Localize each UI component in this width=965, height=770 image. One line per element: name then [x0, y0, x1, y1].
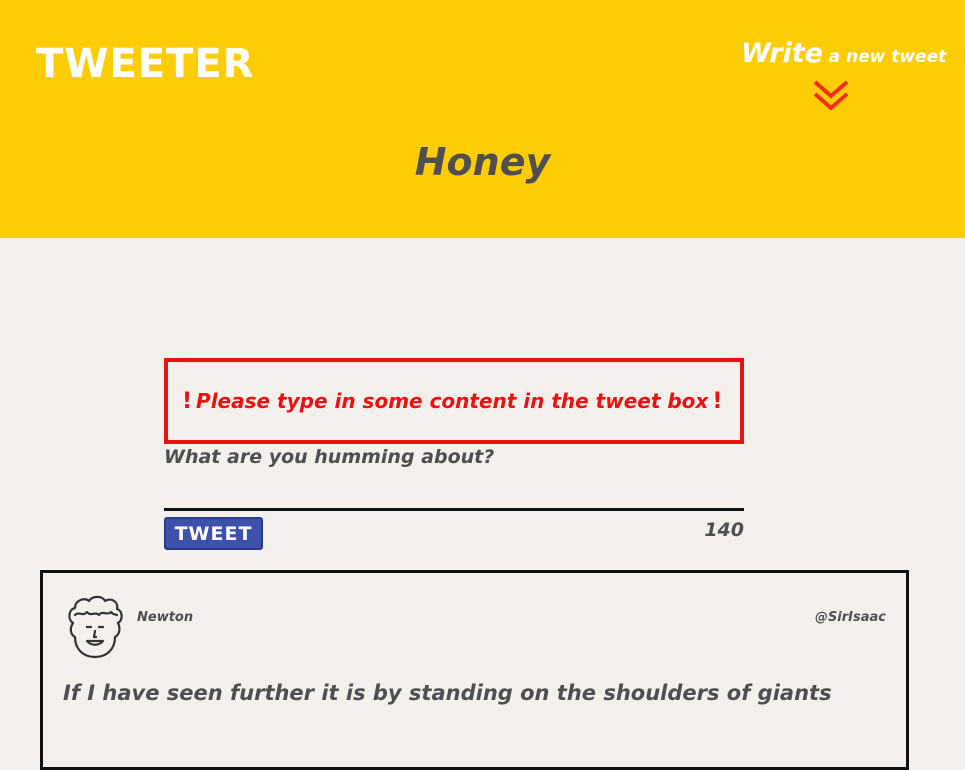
tweet-card: Newton @SirIsaac If I have seen further … — [40, 570, 909, 770]
write-new-tweet-label[interactable]: Write a new tweet — [741, 38, 946, 69]
tweet-textarea[interactable] — [164, 478, 744, 511]
app-logo[interactable]: TWEETER — [36, 38, 254, 90]
tweet-text: If I have seen further it is by standing… — [63, 681, 832, 705]
exclamation-icon: ! — [182, 388, 193, 414]
tweet-button[interactable]: TWEET — [164, 517, 263, 550]
page-title: Honey — [414, 140, 551, 184]
tweet-author-name: Newton — [137, 610, 194, 625]
curly-hair-avatar-icon — [68, 595, 123, 659]
exclamation-icon: ! — [712, 388, 723, 414]
tweet-author-handle: @SirIsaac — [814, 610, 886, 625]
write-word: Write — [741, 38, 823, 69]
double-chevron-down-icon[interactable] — [811, 76, 851, 116]
compose-label: What are you humming about? — [164, 446, 495, 468]
write-new-tweet-toggle[interactable]: Write a new tweet — [741, 38, 946, 69]
page-header: TWEETER Write a new tweet Honey — [0, 0, 965, 238]
error-message-text: Please type in some content in the tweet… — [196, 389, 709, 413]
new-tweet-text: a new tweet — [828, 47, 947, 67]
character-counter: 140 — [704, 519, 744, 541]
error-message-box: ! Please type in some content in the twe… — [164, 358, 744, 444]
